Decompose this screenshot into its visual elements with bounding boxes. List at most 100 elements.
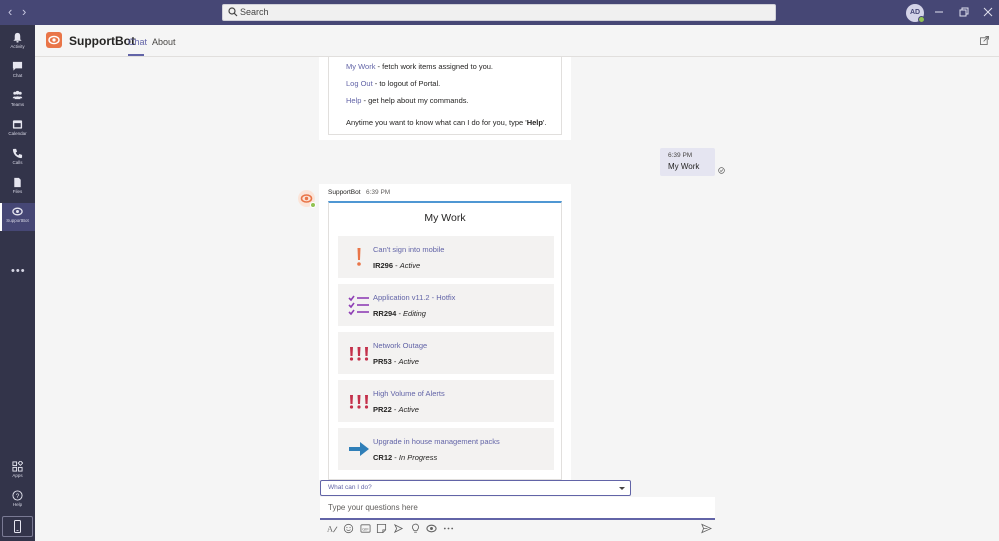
rail-item-help[interactable]: ? Help xyxy=(0,487,35,515)
command-log-out[interactable]: Log Out xyxy=(346,79,373,88)
work-item[interactable]: Network Outage PR53 - Active xyxy=(338,332,554,374)
work-item-status: Active xyxy=(399,261,421,270)
rail-label: Teams xyxy=(10,102,25,107)
user-initials: AD xyxy=(909,9,921,16)
rail-label: Activity xyxy=(10,44,25,49)
exclamation-icon xyxy=(357,248,361,266)
work-item[interactable]: Application v11.2 - Hotfix RR294 - Editi… xyxy=(338,284,554,326)
supportbot-app-icon[interactable] xyxy=(426,523,437,534)
mobile-icon xyxy=(14,520,21,533)
help-line-my-work: My Work - fetch work items assigned to y… xyxy=(346,62,493,71)
message-input[interactable] xyxy=(320,497,715,518)
work-item-title[interactable]: Upgrade in house management packs xyxy=(373,437,500,446)
work-item-id: RR294 xyxy=(373,309,397,318)
help-card: My Work - fetch work items assigned to y… xyxy=(328,57,562,135)
rail-item-chat[interactable]: Chat xyxy=(0,58,35,86)
work-item-title[interactable]: Network Outage xyxy=(373,341,427,350)
mobile-app-button[interactable] xyxy=(2,516,33,537)
work-item-status: Active xyxy=(398,405,419,414)
tab-chat[interactable]: Chat xyxy=(128,37,147,47)
user-avatar[interactable]: AD xyxy=(906,4,925,23)
rail-label: SupportBot xyxy=(6,218,29,223)
rail-label: Help xyxy=(12,502,23,507)
emoji-icon[interactable] xyxy=(343,523,354,534)
message-sent-icon xyxy=(718,167,725,174)
rail-item-calls[interactable]: Calls xyxy=(0,145,35,173)
work-item-title[interactable]: High Volume of Alerts xyxy=(373,389,445,398)
suggestion-dropdown[interactable]: What can I do? xyxy=(320,480,631,496)
rail-item-files[interactable]: Files xyxy=(0,174,35,202)
teams-icon xyxy=(12,90,23,100)
work-item-meta: PR53 - Active xyxy=(373,357,419,366)
command-description: - to logout of Portal. xyxy=(372,79,441,88)
minimize-icon[interactable] xyxy=(933,6,945,18)
svg-text:A: A xyxy=(327,524,333,533)
back-arrow-icon[interactable]: ‹ xyxy=(8,5,12,19)
message-text: My Work xyxy=(668,162,700,171)
channel-header: SupportBot Chat About xyxy=(35,25,999,57)
page-title: SupportBot xyxy=(69,34,135,48)
popout-icon[interactable] xyxy=(980,36,989,45)
rail-label: Chat xyxy=(12,73,23,78)
help-footer: Anytime you want to know what can I do f… xyxy=(346,118,546,127)
rail-label: Apps xyxy=(12,473,23,478)
work-item-meta: IR296 - Active xyxy=(373,261,421,270)
message-sender: SupportBot xyxy=(328,189,361,196)
presence-available-icon xyxy=(310,202,316,208)
more-options-icon[interactable] xyxy=(443,523,454,534)
help-footer-keyword: Help xyxy=(526,118,543,127)
format-icon[interactable]: A xyxy=(327,523,338,534)
rail-item-teams[interactable]: Teams xyxy=(0,87,35,115)
presence-available-icon xyxy=(918,16,925,23)
active-tab-indicator xyxy=(128,54,144,56)
compose-box xyxy=(320,497,715,520)
command-help[interactable]: Help xyxy=(346,96,361,105)
rail-label: Calendar xyxy=(8,131,27,136)
search-icon xyxy=(228,7,238,17)
more-apps-icon[interactable]: ••• xyxy=(11,265,26,277)
rail-item-activity[interactable]: Activity xyxy=(0,29,35,57)
triple-exclamation-icon xyxy=(349,347,369,361)
forward-arrow-icon[interactable]: › xyxy=(22,5,26,19)
close-icon[interactable] xyxy=(982,6,994,18)
work-items-card: My Work Can't sign into mobile IR296 - A… xyxy=(328,201,562,480)
work-item-meta: PR22 - Active xyxy=(373,405,419,414)
work-item[interactable]: High Volume of Alerts PR22 - Active xyxy=(338,380,554,422)
svg-text:?: ? xyxy=(16,493,20,500)
message-timestamp: 6:39 PM xyxy=(668,152,693,159)
calendar-icon xyxy=(12,120,23,129)
bot-message: SupportBot 6:39 PM My Work Can't sign in… xyxy=(319,184,571,480)
tab-about[interactable]: About xyxy=(152,37,176,47)
triple-exclamation-icon xyxy=(349,395,369,409)
message-timestamp: 6:39 PM xyxy=(366,189,391,196)
work-item-meta: RR294 - Editing xyxy=(373,309,426,318)
caret-down-icon xyxy=(619,487,625,490)
work-item-id: PR22 xyxy=(373,405,392,414)
search-box[interactable]: Search xyxy=(222,4,776,21)
command-description: - get help about my commands. xyxy=(361,96,469,105)
bot-avatar[interactable] xyxy=(298,190,316,208)
gif-icon[interactable]: GIF xyxy=(360,523,371,534)
help-line-log-out: Log Out - to logout of Portal. xyxy=(346,79,440,88)
app-rail: Activity Chat Teams Calendar Calls Files… xyxy=(0,25,35,541)
work-item-title[interactable]: Application v11.2 - Hotfix xyxy=(373,293,455,302)
rail-item-apps[interactable]: Apps xyxy=(0,458,35,486)
command-my-work[interactable]: My Work xyxy=(346,62,375,71)
apps-icon xyxy=(12,461,23,472)
send-icon[interactable] xyxy=(701,523,712,534)
praise-icon[interactable] xyxy=(410,523,421,534)
restore-icon[interactable] xyxy=(958,6,970,18)
work-item[interactable]: Upgrade in house management packs CR12 -… xyxy=(338,428,554,470)
work-item[interactable]: Can't sign into mobile IR296 - Active xyxy=(338,236,554,278)
work-item-id: CR12 xyxy=(373,453,393,462)
sent-message[interactable]: 6:39 PM My Work xyxy=(660,148,715,176)
meet-now-icon[interactable] xyxy=(393,523,404,534)
work-item-title[interactable]: Can't sign into mobile xyxy=(373,245,444,254)
rail-label: Files xyxy=(12,189,23,194)
card-title: My Work xyxy=(424,212,466,224)
svg-text:GIF: GIF xyxy=(362,527,369,531)
command-description: - fetch work items assigned to you. xyxy=(375,62,494,71)
sticker-icon[interactable] xyxy=(376,523,387,534)
rail-item-calendar[interactable]: Calendar xyxy=(0,116,35,144)
rail-item-supportbot[interactable]: SupportBot xyxy=(0,203,35,231)
